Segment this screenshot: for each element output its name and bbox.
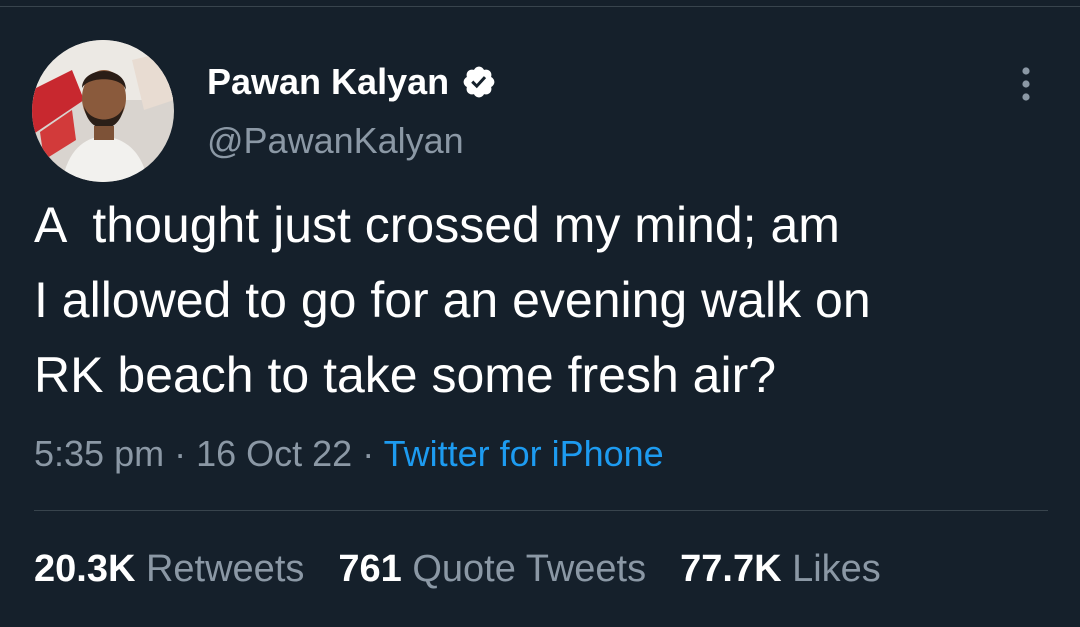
display-name[interactable]: Pawan Kalyan <box>207 61 449 103</box>
likes-label: Likes <box>792 548 881 590</box>
user-handle[interactable]: @PawanKalyan <box>207 120 464 162</box>
tweet-date[interactable]: 16 Oct 22 <box>196 433 352 474</box>
tweet-source-link[interactable]: Twitter for iPhone <box>384 433 664 474</box>
stats-divider <box>34 510 1048 511</box>
retweets-label: Retweets <box>145 548 305 590</box>
meta-separator: · <box>174 433 187 474</box>
more-vertical-icon[interactable] <box>1012 64 1040 104</box>
quote-tweets-stat[interactable]: 761 Quote Tweets <box>338 543 646 595</box>
retweets-stat[interactable]: 20.3K Retweets <box>34 543 304 595</box>
avatar[interactable] <box>32 40 174 182</box>
likes-count: 77.7K <box>680 548 782 590</box>
tweet-time[interactable]: 5:35 pm <box>34 433 164 474</box>
tweet-meta: 5:35 pm · 16 Oct 22 · Twitter for iPhone <box>34 430 664 478</box>
likes-stat[interactable]: 77.7K Likes <box>680 543 881 595</box>
author-name-row[interactable]: Pawan Kalyan <box>207 56 497 108</box>
retweets-count: 20.3K <box>34 548 136 590</box>
top-divider <box>0 6 1080 7</box>
quote-tweets-count: 761 <box>338 548 402 590</box>
verified-badge-icon <box>461 64 497 100</box>
tweet-text: A thought just crossed my mind; am I all… <box>34 197 871 403</box>
quote-tweets-label: Quote Tweets <box>412 548 647 590</box>
engagement-stats: 20.3K Retweets 761 Quote Tweets 77.7K Li… <box>34 543 915 595</box>
meta-separator: · <box>362 433 375 474</box>
